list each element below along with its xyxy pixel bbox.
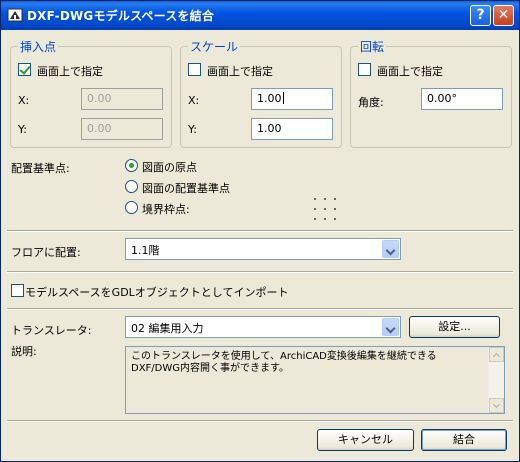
scale-x-label: X:	[188, 94, 200, 107]
insertion-y-label: Y:	[18, 123, 27, 136]
insertion-y-field[interactable]: 0.00	[81, 118, 163, 140]
description-label: 説明:	[11, 345, 37, 358]
rotation-group: 回転 画面上で指定 角度: 0.00°	[350, 38, 512, 148]
title-bar[interactable]: DXF-DWGモデルスペースを結合 ? ✕	[1, 1, 519, 30]
insertion-on-screen-checkbox[interactable]	[18, 63, 31, 76]
rotation-title: 回転	[358, 38, 387, 55]
floor-label: フロアに配置:	[11, 246, 81, 259]
help-button[interactable]: ?	[470, 5, 491, 26]
scale-y-label: Y:	[188, 123, 197, 136]
separator	[7, 420, 513, 422]
floor-select-value: 1.1階	[131, 244, 160, 257]
insertion-x-label: X:	[18, 94, 30, 107]
placement-option-label: 図面の原点	[142, 161, 197, 174]
text-caret	[282, 92, 284, 104]
close-button[interactable]: ✕	[493, 5, 514, 26]
scale-on-screen-checkbox[interactable]	[188, 63, 201, 76]
rotation-angle-field[interactable]: 0.00°	[421, 88, 503, 110]
translator-select[interactable]: 02 編集用入力	[125, 316, 401, 338]
scale-x-field[interactable]: 1.00	[251, 88, 333, 110]
gdl-import-checkbox[interactable]	[11, 284, 24, 297]
scale-on-screen-label: 画面上で指定	[207, 65, 273, 78]
window-title: DXF-DWGモデルスペースを結合	[27, 9, 215, 23]
cancel-button[interactable]: キャンセル	[317, 429, 414, 451]
scale-title: スケール	[188, 38, 241, 55]
gdl-import-label: モデルスペースをGDLオブジェクトとしてインポート	[25, 286, 289, 299]
dialog-window: DXF-DWGモデルスペースを結合 ? ✕ 挿入点 画面上で指定 X: 0.00…	[0, 0, 520, 462]
insertion-on-screen-label: 画面上で指定	[37, 65, 103, 78]
translator-label: トランスレータ:	[11, 324, 92, 337]
anchor-point-grid-icon[interactable]	[314, 198, 336, 220]
insertion-point-group: 挿入点 画面上で指定 X: 0.00 Y: 0.00	[10, 38, 172, 148]
chevron-down-icon[interactable]	[382, 318, 399, 336]
scale-x-value: 1.00	[257, 92, 282, 105]
description-text: このトランスレータを使用して、ArchiCAD変換後編集を継続できるDXF/DW…	[131, 351, 437, 374]
rotation-on-screen-label: 画面上で指定	[377, 65, 443, 78]
scroll-up-icon[interactable]	[489, 347, 504, 362]
placement-radio-drawing-anchor[interactable]	[125, 180, 138, 193]
separator	[7, 230, 513, 232]
placement-radio-drawing-origin[interactable]	[125, 159, 138, 172]
archicad-app-icon	[7, 8, 23, 22]
placement-radio-boundary-point[interactable]	[125, 201, 138, 214]
placement-label: 配置基準点:	[11, 162, 70, 175]
separator	[7, 271, 513, 273]
merge-button[interactable]: 結合	[421, 429, 507, 451]
scale-group: スケール 画面上で指定 X: 1.00 Y: 1.00	[180, 38, 342, 148]
description-text-area[interactable]: このトランスレータを使用して、ArchiCAD変換後編集を継続できるDXF/DW…	[125, 346, 505, 414]
scale-y-field[interactable]: 1.00	[251, 118, 333, 140]
floor-select[interactable]: 1.1階	[125, 238, 401, 260]
scroll-down-icon[interactable]	[489, 398, 504, 413]
translator-select-value: 02 編集用入力	[131, 322, 204, 335]
separator	[7, 308, 513, 310]
rotation-angle-label: 角度:	[358, 96, 384, 109]
placement-option-label: 境界枠点:	[142, 203, 190, 216]
insertion-x-field[interactable]: 0.00	[81, 88, 163, 110]
insertion-point-title: 挿入点	[18, 38, 59, 55]
description-scrollbar[interactable]	[488, 347, 504, 413]
rotation-on-screen-checkbox[interactable]	[358, 63, 371, 76]
translator-settings-button[interactable]: 設定...	[409, 316, 500, 338]
chevron-down-icon[interactable]	[382, 240, 399, 258]
placement-option-label: 図面の配置基準点	[142, 182, 230, 195]
